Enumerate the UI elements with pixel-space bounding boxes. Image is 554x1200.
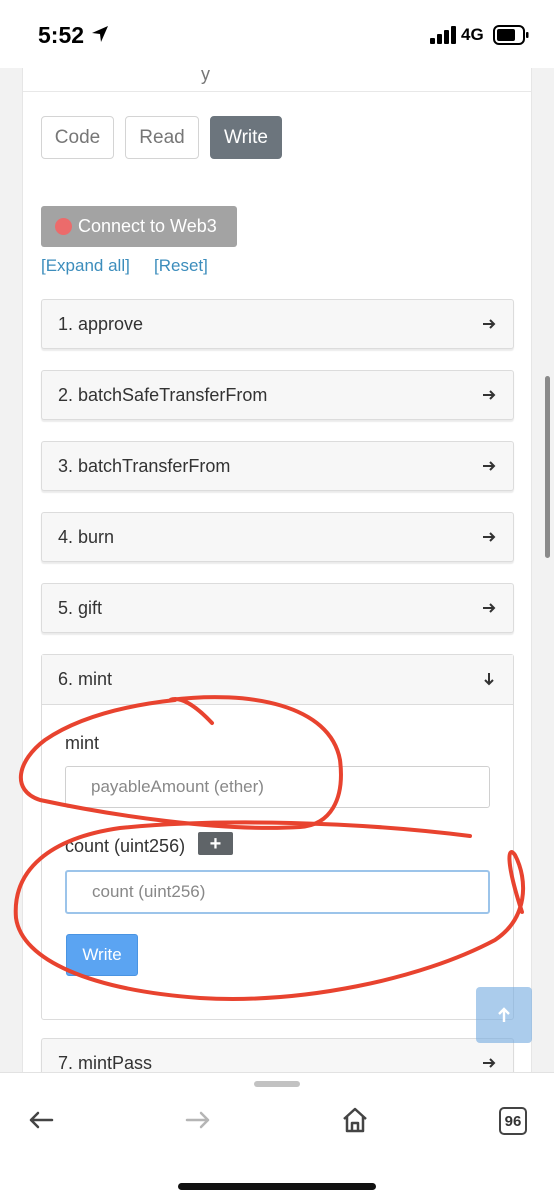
function-item-burn[interactable]: 4. burn [41,512,514,562]
arrow-right-icon [483,390,496,400]
location-arrow-icon [92,26,108,42]
home-indicator [178,1183,376,1190]
function-item-approve[interactable]: 1. approve [41,299,514,349]
reset-link[interactable]: [Reset] [154,256,208,276]
browser-toolbar: 96 [0,1072,554,1200]
expand-all-link[interactable]: [Expand all] [41,256,130,276]
status-time: 5:52 [38,22,85,48]
payable-amount-input[interactable] [65,766,490,808]
function-label: 6. mint [58,669,113,689]
count-label: count (uint256) [65,836,186,856]
plus-button[interactable]: + [198,832,233,855]
tab-write[interactable]: Write [210,116,282,159]
arrow-right-icon [483,1058,496,1068]
battery-icon [493,25,529,45]
network-type: 4G [461,25,484,44]
status-dot-icon [55,218,72,235]
forward-icon[interactable] [183,1105,213,1135]
tab-code[interactable]: Code [41,116,114,159]
function-item-batchtransferfrom[interactable]: 3. batchTransferFrom [41,441,514,491]
contract-panel: y Code Read Write Connect to Web3 [Expan… [22,68,532,1078]
sheet-grabber[interactable] [254,1081,300,1087]
connect-web3-button[interactable]: Connect to Web3 [41,206,237,247]
count-input[interactable] [65,870,490,914]
function-item-mint-expanded: 6. mint mint count (uint256) + Write [41,654,514,1020]
divider [23,91,531,92]
arrow-right-icon [483,461,496,471]
arrow-right-icon [483,319,496,329]
function-label: 5. gift [58,598,103,618]
function-item-gift[interactable]: 5. gift [41,583,514,633]
tabs-count-button[interactable]: 96 [499,1107,527,1135]
arrow-down-icon [484,673,494,686]
status-bar: 5:52 4G [0,0,554,68]
connect-web3-label: Connect to Web3 [78,216,217,236]
payable-label: mint [65,733,100,753]
home-icon[interactable] [340,1105,370,1135]
write-button[interactable]: Write [66,934,138,976]
function-label: 2. batchSafeTransferFrom [58,385,268,405]
back-icon[interactable] [26,1105,56,1135]
function-label: 4. burn [58,527,115,547]
function-label: 7. mintPass [58,1053,153,1073]
function-item-mint[interactable]: 6. mint [42,655,513,705]
tab-read[interactable]: Read [125,116,199,159]
arrow-right-icon [483,603,496,613]
scroll-indicator[interactable] [545,376,550,558]
back-to-top-button[interactable] [476,987,532,1043]
arrow-right-icon [483,532,496,542]
function-label: 1. approve [58,314,144,334]
function-label: 3. batchTransferFrom [58,456,231,476]
arrow-up-icon [498,1007,510,1022]
function-item-batchsafetransferfrom[interactable]: 2. batchSafeTransferFrom [41,370,514,420]
partial-heading-text: y [201,68,210,84]
signal-icon [430,26,456,44]
